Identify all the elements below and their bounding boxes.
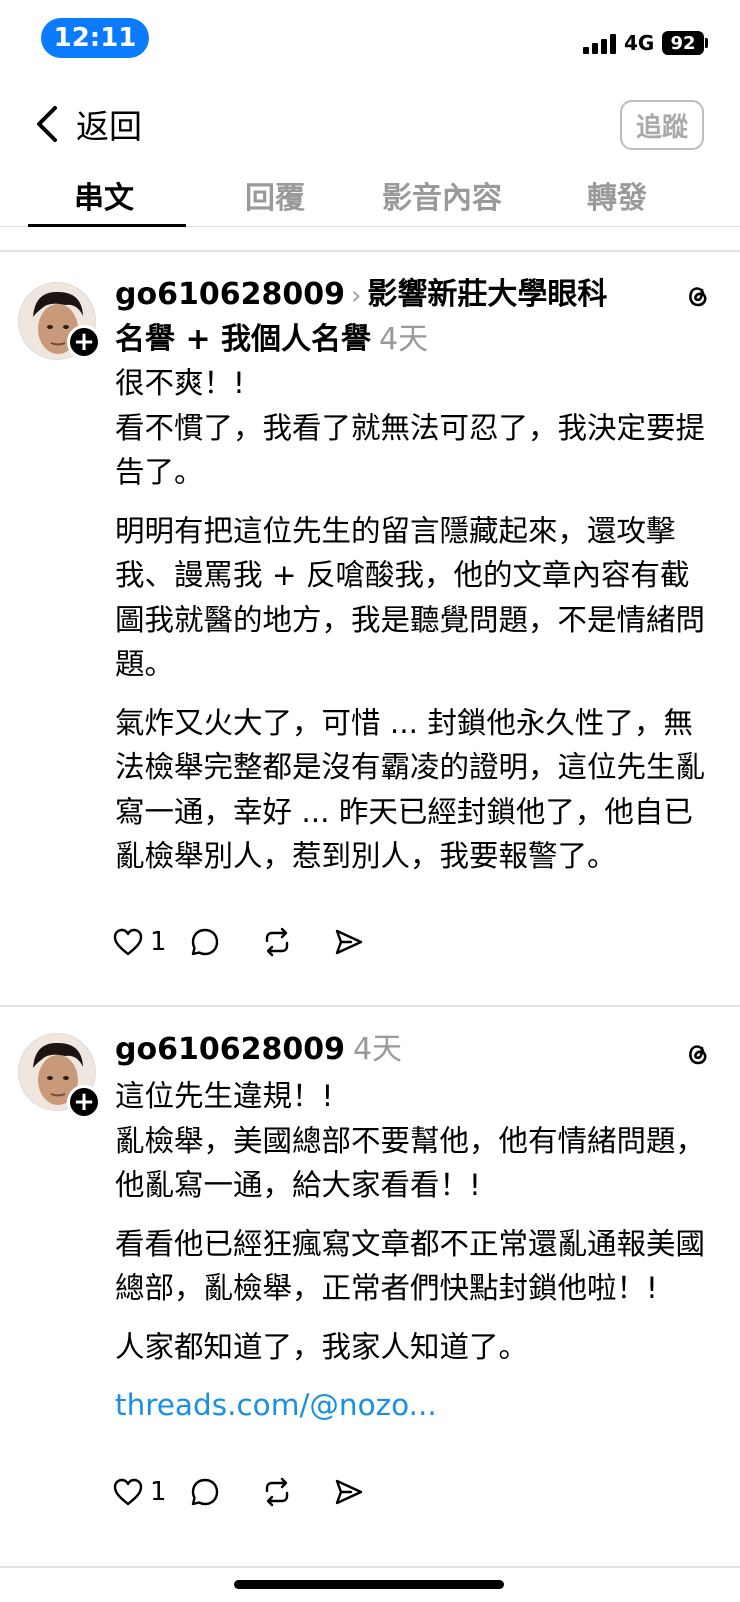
post-link[interactable]: threads.com/@nozo... bbox=[115, 1383, 715, 1428]
chevron-left-icon bbox=[37, 106, 57, 142]
active-tab-indicator bbox=[28, 224, 186, 227]
home-indicator[interactable] bbox=[234, 1580, 504, 1589]
threads-logo-icon[interactable] bbox=[682, 1038, 712, 1068]
divider bbox=[0, 1005, 740, 1007]
follow-button[interactable]: 追蹤 bbox=[620, 100, 704, 150]
follow-plus-icon[interactable]: + bbox=[67, 1085, 101, 1119]
username[interactable]: go610628009 bbox=[115, 277, 345, 312]
back-label: 返回 bbox=[76, 107, 142, 146]
post-actions: 1 bbox=[112, 1472, 365, 1512]
post-age: 4天 bbox=[379, 322, 429, 357]
threads-logo-icon[interactable] bbox=[682, 280, 712, 310]
back-button[interactable]: 返回 bbox=[34, 102, 142, 146]
heart-icon[interactable] bbox=[112, 1476, 144, 1508]
send-icon[interactable] bbox=[333, 1476, 365, 1508]
post-actions: 1 bbox=[112, 922, 365, 962]
profile-tabs: 串文 回覆 影音內容 轉發 bbox=[0, 165, 740, 227]
header: 返回 追蹤 bbox=[0, 92, 740, 156]
username[interactable]: go610628009 bbox=[115, 1032, 345, 1067]
post-paragraph: 氣炸又火大了，可惜 ... 封鎖他永久性了，無法檢舉完整都是沒有霸凌的證明，這位… bbox=[115, 705, 706, 874]
battery-icon: 92 bbox=[662, 31, 704, 55]
post-paragraph: 很不爽！! 看不慣了，我看了就無法可忍了，我決定要提告了。 bbox=[115, 366, 706, 489]
comment-icon[interactable] bbox=[189, 1476, 221, 1508]
divider bbox=[0, 250, 740, 252]
chevron-right-icon: › bbox=[350, 281, 362, 311]
like-count: 1 bbox=[150, 1477, 167, 1507]
like-count: 1 bbox=[150, 927, 167, 957]
status-bar: 12:11 4G 92 bbox=[0, 0, 740, 80]
comment-icon[interactable] bbox=[189, 926, 221, 958]
post-age: 4天 bbox=[352, 1032, 403, 1067]
heart-icon[interactable] bbox=[112, 926, 144, 958]
post-paragraph: 明明有把這位先生的留言隱藏起來，還攻擊我、謾罵我 + 反嗆酸我，他的文章內容有截… bbox=[115, 513, 706, 682]
post-body: 很不爽！! 看不慣了，我看了就無法可忍了，我決定要提告了。 明明有把這位先生的留… bbox=[115, 361, 715, 879]
post-body: 這位先生違規！! 亂檢舉，美國總部不要幫他，他有情緒問題，他亂寫一通，給大家看看… bbox=[115, 1074, 715, 1428]
status-time: 12:11 bbox=[41, 18, 149, 58]
repost-icon[interactable] bbox=[261, 1476, 293, 1508]
network-type: 4G bbox=[624, 31, 655, 55]
battery-tip bbox=[705, 38, 708, 48]
divider bbox=[0, 1566, 740, 1568]
post-header: go610628009 4天 bbox=[115, 1028, 635, 1072]
post-paragraph: 人家都知道了，我家人知道了。 bbox=[115, 1329, 529, 1364]
tab-reposts[interactable]: 轉發 bbox=[587, 173, 647, 217]
tab-replies[interactable]: 回覆 bbox=[245, 173, 305, 217]
follow-plus-icon[interactable]: + bbox=[67, 325, 101, 359]
tab-threads[interactable]: 串文 bbox=[74, 173, 134, 217]
post-header: go610628009 › 影響新莊大學眼科名譽 + 我個人名譽 4天 bbox=[115, 273, 635, 362]
signal-icon bbox=[583, 34, 619, 54]
tab-media[interactable]: 影音內容 bbox=[382, 173, 502, 217]
repost-icon[interactable] bbox=[261, 926, 293, 958]
post-paragraph: 看看他已經狂瘋寫文章都不正常還亂通報美國總部，亂檢舉，正常者們快點封鎖他啦！! bbox=[115, 1226, 706, 1306]
post-paragraph: 這位先生違規！! 亂檢舉，美國總部不要幫他，他有情緒問題，他亂寫一通，給大家看看… bbox=[115, 1079, 706, 1202]
send-icon[interactable] bbox=[333, 926, 365, 958]
